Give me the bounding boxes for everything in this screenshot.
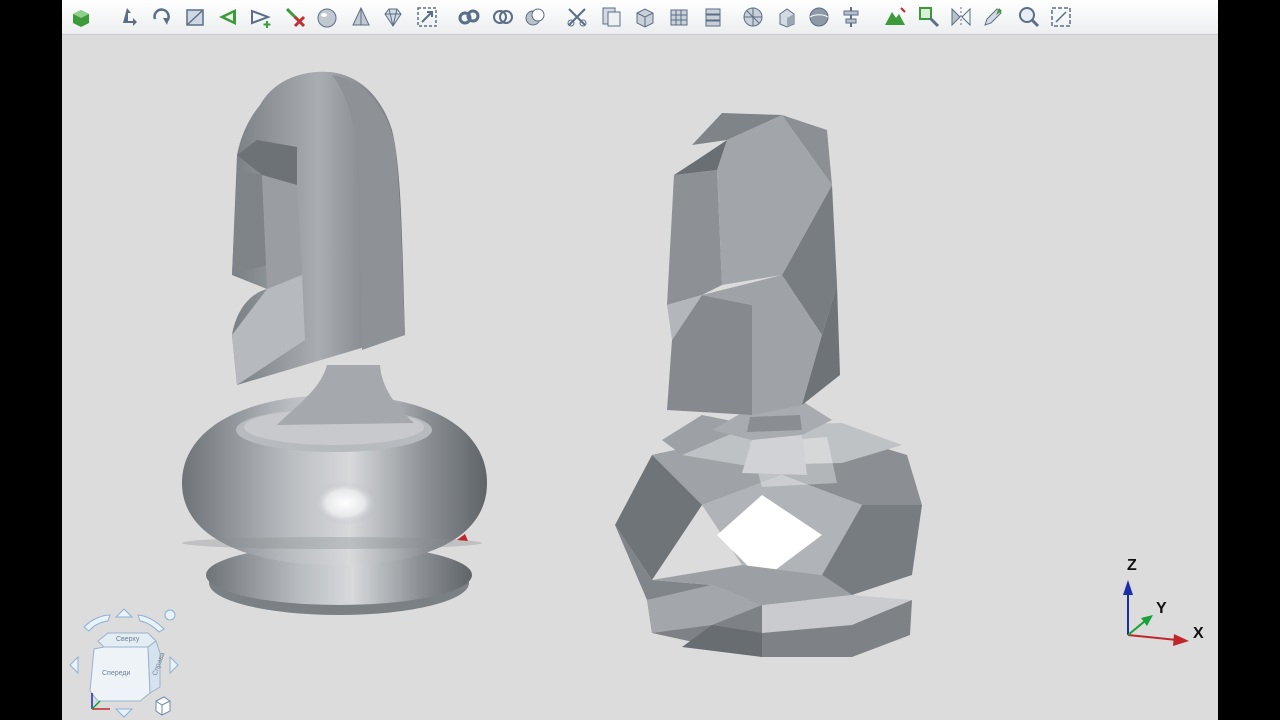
rotate-up-arrow-icon[interactable] — [114, 608, 134, 618]
zoom-area-icon — [919, 7, 940, 28]
delete-point-icon — [285, 7, 306, 28]
rotate-icon — [153, 8, 170, 25]
rotate-button[interactable] — [148, 4, 174, 30]
rotate-left-arrow-icon[interactable] — [69, 655, 79, 675]
chain-icon — [458, 9, 480, 25]
frame-icon — [1051, 7, 1071, 27]
add-arrow-icon — [251, 9, 271, 28]
z-axis-label: Z — [1127, 557, 1137, 574]
fit-view-button[interactable] — [414, 4, 440, 30]
sphere-shade-button[interactable] — [806, 4, 832, 30]
cone-icon — [352, 6, 370, 26]
triangle-arrow-button[interactable] — [215, 4, 241, 30]
intersect-icon — [525, 8, 545, 26]
pen-button[interactable] — [980, 4, 1006, 30]
fit-view-icon — [417, 7, 437, 27]
rings-button[interactable] — [490, 4, 516, 30]
zoom-area-button[interactable] — [916, 4, 942, 30]
layers-button[interactable] — [598, 4, 624, 30]
grid-box-icon — [670, 9, 688, 26]
magnify-button[interactable] — [1016, 4, 1042, 30]
stack-button[interactable] — [700, 4, 726, 30]
shade-cube-icon — [73, 10, 89, 27]
home-view-icon[interactable] — [164, 609, 176, 621]
intersect-button[interactable] — [522, 4, 548, 30]
move-button[interactable] — [114, 4, 140, 30]
plane-button[interactable] — [182, 4, 208, 30]
mirror-icon — [951, 7, 971, 27]
shade-cube-button[interactable] — [68, 4, 94, 30]
cut-icon — [567, 8, 587, 27]
mountain-icon — [885, 7, 906, 25]
mountain-button[interactable] — [882, 4, 908, 30]
cube-front-label: Спереди — [102, 670, 130, 677]
rings-icon — [493, 10, 513, 24]
main-toolbar — [62, 0, 1218, 35]
disc-button[interactable] — [740, 4, 766, 30]
align-button[interactable] — [838, 4, 864, 30]
boxes-icon — [636, 8, 654, 28]
stack-icon — [705, 8, 721, 27]
layers-icon — [602, 7, 621, 27]
triangle-arrow-icon — [219, 9, 236, 25]
frame-button[interactable] — [1048, 4, 1074, 30]
cad-application-window: Z Y X Сверху Спереди Справа — [62, 0, 1218, 720]
move-icon — [123, 8, 137, 26]
lowpoly-knight-model[interactable] — [615, 113, 922, 657]
diamond-button[interactable] — [380, 4, 406, 30]
sphere-button[interactable] — [314, 4, 340, 30]
boxes-button[interactable] — [632, 4, 658, 30]
pen-icon — [984, 8, 1002, 26]
cube-top-label: Сверху — [116, 636, 140, 643]
cone-button[interactable] — [348, 4, 374, 30]
x-axis-label: X — [1193, 625, 1204, 642]
plane-icon — [186, 9, 204, 26]
grid-box-button[interactable] — [666, 4, 692, 30]
orbit-right-arrow-icon[interactable] — [137, 614, 165, 633]
sphere-icon — [317, 8, 337, 28]
sphere-shade-icon — [809, 7, 829, 27]
cut-button[interactable] — [564, 4, 590, 30]
rotate-right-arrow-icon[interactable] — [169, 655, 179, 675]
small-cube-icon[interactable] — [155, 696, 171, 716]
magnify-icon — [1019, 7, 1040, 28]
delete-point-button[interactable] — [282, 4, 308, 30]
align-icon — [843, 7, 859, 27]
disc-icon — [743, 7, 763, 27]
add-arrow-button[interactable] — [248, 4, 274, 30]
view-cube[interactable]: Сверху Спереди Справа — [64, 605, 184, 720]
diamond-icon — [384, 8, 402, 27]
box-fold-icon — [779, 8, 795, 28]
3d-scene — [182, 71, 1189, 657]
chain-button[interactable] — [456, 4, 482, 30]
rotate-down-arrow-icon[interactable] — [114, 708, 134, 718]
mirror-button[interactable] — [948, 4, 974, 30]
box-fold-button[interactable] — [774, 4, 800, 30]
orbit-left-arrow-icon[interactable] — [83, 614, 111, 632]
smooth-knight-model[interactable] — [182, 71, 487, 615]
3d-viewport[interactable]: Z Y X Сверху Спереди Справа — [62, 35, 1218, 720]
y-axis-label: Y — [1156, 600, 1167, 617]
